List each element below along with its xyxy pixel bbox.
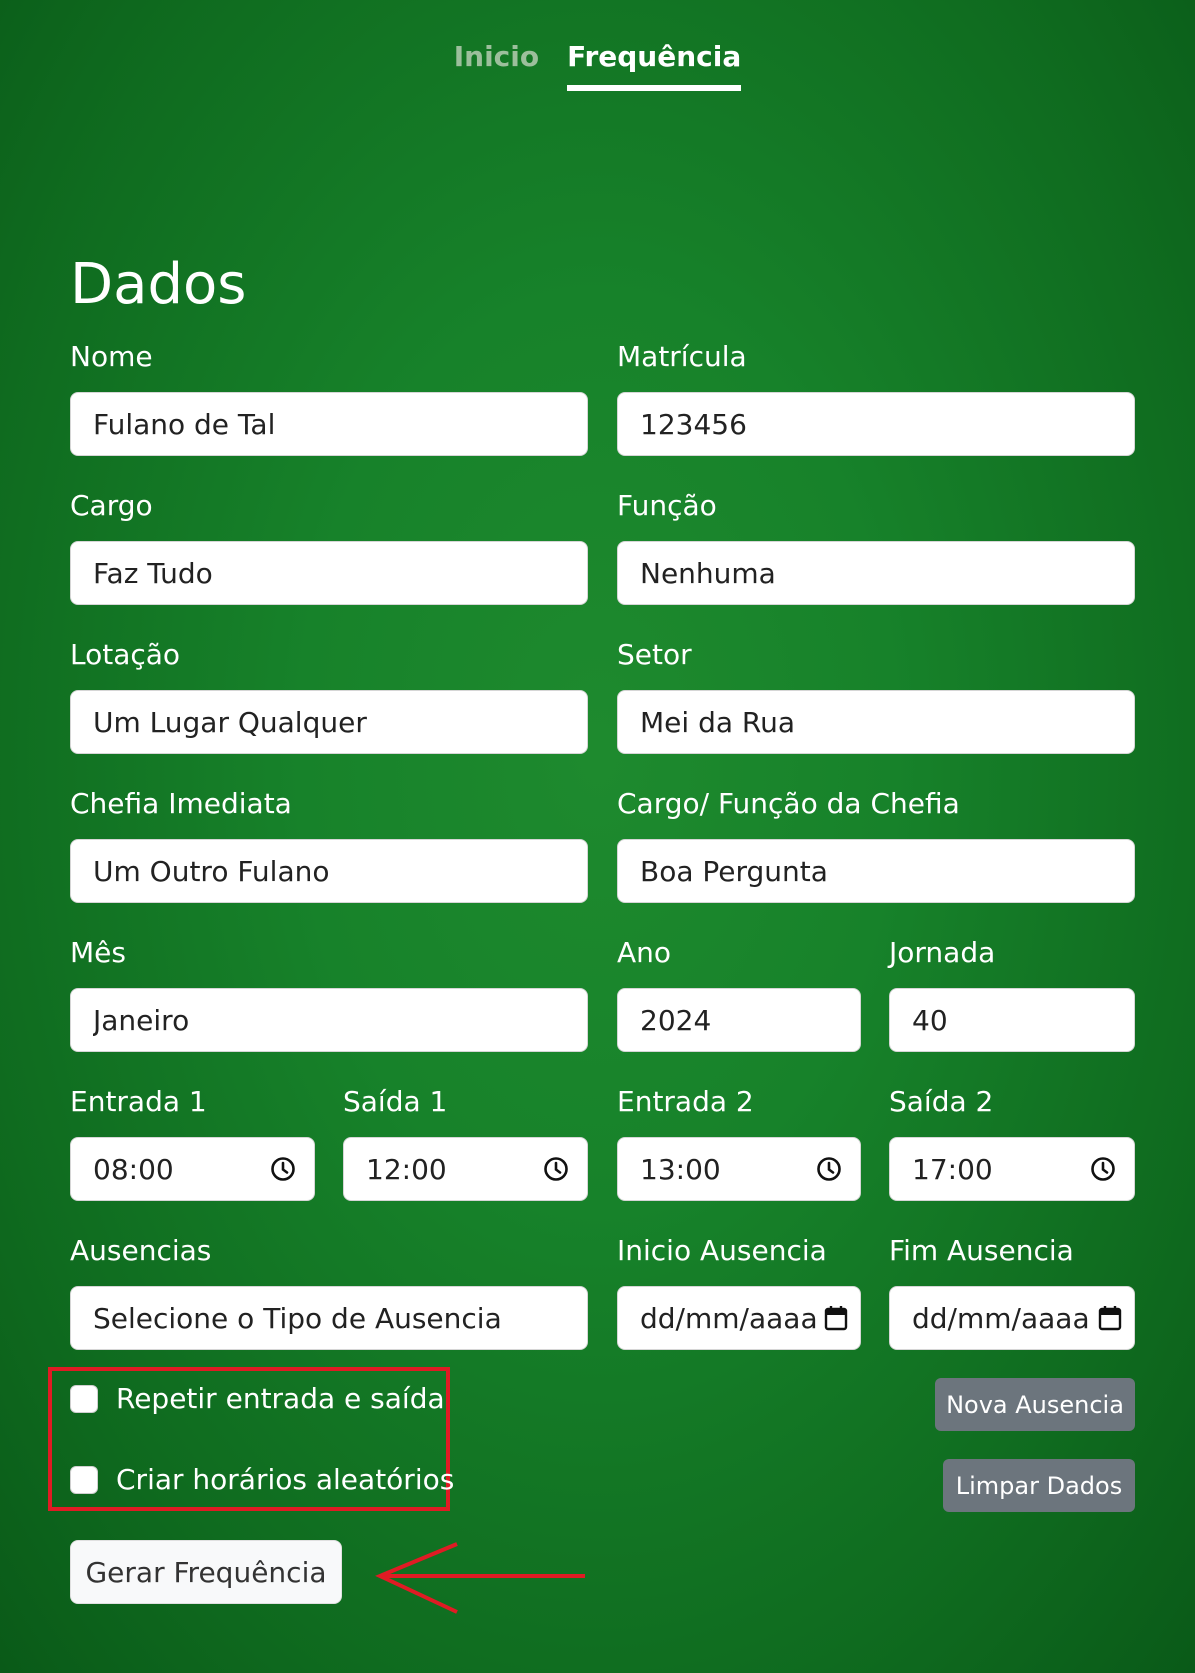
chefia-value: Um Outro Fulano (93, 854, 330, 888)
inicio-ausencia-field: Inicio Ausencia (617, 1234, 827, 1267)
cargo-chefia-label: Cargo/ Função da Chefia (617, 787, 960, 820)
inicio-ausencia-label: Inicio Ausencia (617, 1234, 827, 1267)
fim-ausencia-label: Fim Ausencia (889, 1234, 1074, 1267)
nome-label: Nome (70, 340, 153, 373)
nome-field: Nome (70, 340, 153, 373)
fim-ausencia-placeholder: dd/mm/aaaa (912, 1301, 1090, 1335)
ausencias-value: Selecione o Tipo de Ausencia (93, 1301, 502, 1335)
funcao-input[interactable]: Nenhuma (617, 541, 1135, 605)
matricula-label: Matrícula (617, 340, 747, 373)
ausencias-select[interactable]: Selecione o Tipo de Ausencia (70, 1286, 588, 1350)
setor-input[interactable]: Mei da Rua (617, 690, 1135, 754)
jornada-value: 40 (912, 1003, 948, 1037)
clock-icon[interactable] (543, 1156, 569, 1182)
chefia-field: Chefia Imediata (70, 787, 292, 820)
funcao-field: Função (617, 489, 717, 522)
chefia-input[interactable]: Um Outro Fulano (70, 839, 588, 903)
calendar-icon[interactable] (824, 1305, 848, 1331)
entrada2-value: 13:00 (640, 1152, 721, 1186)
mes-value: Janeiro (93, 1003, 190, 1037)
tab-inicio[interactable]: Inicio (454, 36, 539, 91)
repetir-checkbox[interactable] (70, 1384, 98, 1413)
setor-field: Setor (617, 638, 692, 671)
repetir-label: Repetir entrada e saída (116, 1382, 445, 1415)
matricula-field: Matrícula (617, 340, 747, 373)
cargo-input[interactable]: Faz Tudo (70, 541, 588, 605)
cargo-chefia-value: Boa Pergunta (640, 854, 828, 888)
calendar-icon[interactable] (1098, 1305, 1122, 1331)
entrada2-field: Entrada 2 (617, 1085, 754, 1118)
lotacao-input[interactable]: Um Lugar Qualquer (70, 690, 588, 754)
ano-input[interactable]: 2024 (617, 988, 861, 1052)
setor-value: Mei da Rua (640, 705, 795, 739)
saida1-field: Saída 1 (343, 1085, 447, 1118)
ano-value: 2024 (640, 1003, 712, 1037)
inicio-ausencia-input[interactable]: dd/mm/aaaa (617, 1286, 861, 1350)
lotacao-field: Lotação (70, 638, 180, 671)
aleatorio-label: Criar horários aleatórios (116, 1463, 455, 1496)
jornada-input[interactable]: 40 (889, 988, 1135, 1052)
ano-label: Ano (617, 936, 672, 969)
ausencias-field: Ausencias (70, 1234, 211, 1267)
jornada-label: Jornada (889, 936, 996, 969)
inicio-ausencia-placeholder: dd/mm/aaaa (640, 1301, 818, 1335)
matricula-value: 123456 (640, 407, 747, 441)
cargo-field: Cargo (70, 489, 153, 522)
setor-label: Setor (617, 638, 692, 671)
gerar-frequencia-button[interactable]: Gerar Frequência (70, 1540, 342, 1604)
cargo-chefia-field: Cargo/ Função da Chefia (617, 787, 960, 820)
entrada1-field: Entrada 1 (70, 1085, 207, 1118)
nova-ausencia-button[interactable]: Nova Ausencia (935, 1378, 1135, 1431)
clock-icon[interactable] (1090, 1156, 1116, 1182)
cargo-value: Faz Tudo (93, 556, 213, 590)
ausencias-label: Ausencias (70, 1234, 212, 1267)
saida1-label: Saída 1 (343, 1085, 448, 1118)
funcao-label: Função (617, 489, 717, 522)
cargo-chefia-input[interactable]: Boa Pergunta (617, 839, 1135, 903)
chefia-label: Chefia Imediata (70, 787, 292, 820)
saida2-input[interactable]: 17:00 (889, 1137, 1135, 1201)
jornada-field: Jornada (889, 936, 995, 969)
fim-ausencia-input[interactable]: dd/mm/aaaa (889, 1286, 1135, 1350)
matricula-input[interactable]: 123456 (617, 392, 1135, 456)
entrada1-label: Entrada 1 (70, 1085, 207, 1118)
limpar-dados-button[interactable]: Limpar Dados (943, 1459, 1135, 1512)
saida1-value: 12:00 (366, 1152, 447, 1186)
fim-ausencia-field: Fim Ausencia (889, 1234, 1074, 1267)
funcao-value: Nenhuma (640, 556, 776, 590)
saida2-value: 17:00 (912, 1152, 993, 1186)
repetir-checkbox-row[interactable]: Repetir entrada e saída (70, 1382, 445, 1415)
mes-select[interactable]: Janeiro (70, 988, 588, 1052)
saida2-field: Saída 2 (889, 1085, 993, 1118)
lotacao-value: Um Lugar Qualquer (93, 705, 367, 739)
entrada1-input[interactable]: 08:00 (70, 1137, 315, 1201)
lotacao-label: Lotação (70, 638, 181, 671)
clock-icon[interactable] (816, 1156, 842, 1182)
saida1-input[interactable]: 12:00 (343, 1137, 588, 1201)
annotation-arrow-icon (375, 1542, 585, 1614)
aleatorio-checkbox-row[interactable]: Criar horários aleatórios (70, 1463, 454, 1496)
entrada2-input[interactable]: 13:00 (617, 1137, 861, 1201)
tab-frequencia[interactable]: Frequência (567, 36, 742, 91)
ano-field: Ano (617, 936, 671, 969)
nome-input[interactable]: Fulano de Tal (70, 392, 588, 456)
cargo-label: Cargo (70, 489, 153, 522)
mes-label: Mês (70, 936, 126, 969)
saida2-label: Saída 2 (889, 1085, 994, 1118)
entrada2-label: Entrada 2 (617, 1085, 754, 1118)
aleatorio-checkbox[interactable] (70, 1465, 98, 1494)
nome-value: Fulano de Tal (93, 407, 276, 441)
page-title: Dados (70, 252, 247, 317)
mes-field: Mês (70, 936, 126, 969)
clock-icon[interactable] (270, 1156, 296, 1182)
top-nav: Inicio Frequência (0, 36, 1195, 91)
entrada1-value: 08:00 (93, 1152, 174, 1186)
